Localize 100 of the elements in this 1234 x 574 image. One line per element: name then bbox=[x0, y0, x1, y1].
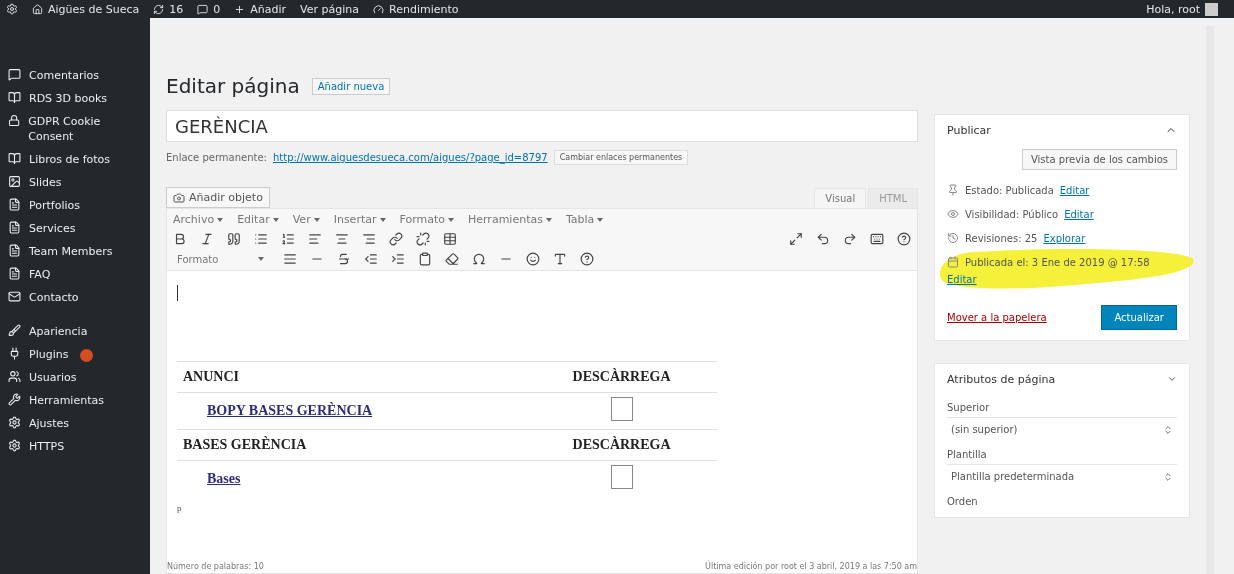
eye-icon bbox=[947, 208, 959, 220]
redo-icon[interactable] bbox=[843, 232, 857, 246]
keyboard-icon[interactable] bbox=[870, 232, 884, 246]
lock-icon bbox=[8, 114, 21, 127]
sidebar-item[interactable]: Ajustes bbox=[0, 412, 150, 435]
book-icon bbox=[8, 91, 21, 104]
document-icon bbox=[8, 267, 21, 280]
help-icon[interactable] bbox=[897, 232, 911, 246]
wrench-icon bbox=[8, 393, 21, 406]
outdent-icon[interactable] bbox=[364, 252, 379, 266]
expand-icon[interactable] bbox=[789, 232, 803, 246]
updates-link[interactable]: 16 bbox=[153, 2, 184, 16]
permalink-link[interactable]: http://www.aiguesdesueca.com/aigues/?page_id=8797 bbox=[272, 152, 548, 163]
italic-icon[interactable] bbox=[200, 232, 214, 246]
sidebar-item[interactable]: Services bbox=[0, 217, 150, 240]
field-label: Orden bbox=[947, 496, 979, 507]
account-menu[interactable]: Hola, root bbox=[1146, 2, 1218, 16]
align-right-icon[interactable] bbox=[362, 232, 376, 246]
sidebar-item[interactable]: Portfolios bbox=[0, 194, 150, 217]
menu-item[interactable]: Ver bbox=[292, 213, 320, 226]
permalink-label: Enlace permanente: bbox=[166, 152, 267, 163]
select-arrows-icon bbox=[1163, 424, 1173, 435]
menu-item[interactable]: Editar bbox=[237, 213, 279, 226]
sidebar-item[interactable]: HTTPS bbox=[0, 435, 150, 458]
bullet-list-icon[interactable] bbox=[254, 232, 268, 246]
help-icon[interactable] bbox=[580, 252, 595, 266]
document-link[interactable]: Bases bbox=[207, 471, 241, 486]
strikethrough-icon[interactable] bbox=[337, 252, 352, 266]
sidebar-item[interactable]: FAQ bbox=[0, 263, 150, 286]
status-text: Publicada el: 3 Ene de 2019 @ 17:58 bbox=[965, 256, 1150, 268]
sidebar-item[interactable]: Plugins bbox=[0, 343, 150, 366]
sidebar-item[interactable]: RDS 3D books bbox=[0, 87, 150, 110]
settings-icon bbox=[8, 439, 21, 452]
indent-icon[interactable] bbox=[391, 252, 406, 266]
numbered-list-icon[interactable] bbox=[281, 232, 295, 246]
text-color-icon[interactable] bbox=[553, 252, 568, 266]
menu-item[interactable]: Formato bbox=[399, 213, 454, 226]
link-icon[interactable] bbox=[389, 232, 403, 246]
table-heading: DESCÀRREGA bbox=[572, 437, 671, 452]
last-edit-info: Última edición por root el 3 abril, 2019 a las 7:50 am bbox=[705, 562, 917, 571]
home-icon bbox=[32, 3, 43, 15]
edit-link[interactable]: Editar bbox=[947, 274, 977, 285]
edit-link[interactable]: Editar bbox=[1059, 184, 1090, 196]
sidebar-item[interactable]: Apariencia bbox=[0, 320, 150, 343]
add-new-link[interactable]: Añadir nueva bbox=[311, 77, 391, 95]
status-text: Revisiones: 25 bbox=[965, 232, 1038, 244]
field-label: Plantilla bbox=[947, 449, 988, 460]
comments-link[interactable]: 0 bbox=[197, 2, 221, 16]
table-heading: DESCÀRREGA bbox=[572, 369, 671, 384]
align-center-icon[interactable] bbox=[335, 232, 349, 246]
sidebar-item[interactable]: Usuarios bbox=[0, 366, 150, 389]
document-icon bbox=[8, 221, 21, 234]
panel-title: Publicar bbox=[947, 123, 991, 137]
trash-link[interactable]: Mover a la papelera bbox=[947, 312, 1047, 323]
sidebar-item[interactable]: Comentarios bbox=[0, 64, 150, 87]
quote-icon[interactable] bbox=[227, 232, 241, 246]
bold-icon[interactable] bbox=[173, 232, 187, 246]
title-field[interactable]: GERÈNCIA bbox=[166, 110, 918, 142]
preview-button[interactable]: Vista previa de los cambios bbox=[1021, 149, 1177, 170]
menu-item[interactable]: Archivo bbox=[173, 213, 224, 226]
sidebar-item[interactable]: Team Members bbox=[0, 240, 150, 263]
performance-link[interactable]: Rendimiento bbox=[373, 2, 459, 16]
editor-tab[interactable]: Visual bbox=[814, 187, 867, 208]
menu-item[interactable]: Insertar bbox=[333, 213, 386, 226]
align-justify-icon[interactable] bbox=[283, 252, 298, 266]
view-page-link[interactable]: Ver página bbox=[300, 2, 360, 16]
undo-icon[interactable] bbox=[816, 232, 830, 246]
eraser-icon[interactable] bbox=[445, 252, 460, 266]
document-link[interactable]: BOPY BASES GERÈNCIA bbox=[207, 403, 373, 418]
unlink-icon[interactable] bbox=[416, 232, 430, 246]
comment-icon bbox=[197, 3, 209, 15]
table-icon[interactable] bbox=[443, 232, 457, 246]
paste-icon[interactable] bbox=[418, 252, 433, 266]
element-path: p bbox=[177, 503, 183, 513]
menu-item[interactable]: Herramientas bbox=[468, 213, 552, 226]
edit-link[interactable]: Editar bbox=[1064, 208, 1094, 220]
empty-cell-box bbox=[610, 465, 633, 489]
text-cursor bbox=[177, 285, 178, 301]
calendar-icon bbox=[947, 256, 959, 268]
sidebar-item[interactable]: Slides bbox=[0, 171, 150, 194]
format-select[interactable]: Formato bbox=[173, 253, 271, 265]
sidebar-item[interactable]: Libros de fotos bbox=[0, 148, 150, 171]
add-media-button[interactable]: Añadir objeto bbox=[166, 187, 270, 208]
gear-icon[interactable] bbox=[6, 3, 18, 15]
omega-icon[interactable] bbox=[472, 252, 487, 266]
sidebar-item[interactable]: GDPR Cookie Consent bbox=[0, 110, 150, 148]
sidebar-item[interactable]: Contacto bbox=[0, 286, 150, 309]
collapse-icon[interactable] bbox=[1167, 374, 1177, 384]
empty-cell-box bbox=[610, 397, 633, 421]
align-left-icon[interactable] bbox=[308, 232, 322, 246]
comment-icon bbox=[8, 68, 21, 81]
change-permalinks-button[interactable]: Cambiar enlaces permanentes bbox=[553, 150, 689, 165]
add-link[interactable]: Añadir bbox=[234, 2, 287, 16]
site-link[interactable]: Aigües de Sueca bbox=[32, 2, 140, 16]
edit-link[interactable]: Explorar bbox=[1043, 232, 1086, 244]
menu-item[interactable]: Tabla bbox=[565, 213, 604, 226]
emoji-icon[interactable] bbox=[526, 252, 541, 266]
update-button[interactable]: Actualizar bbox=[1101, 305, 1177, 330]
select-arrows-icon bbox=[1163, 471, 1173, 482]
sidebar-item[interactable]: Herramientas bbox=[0, 389, 150, 412]
